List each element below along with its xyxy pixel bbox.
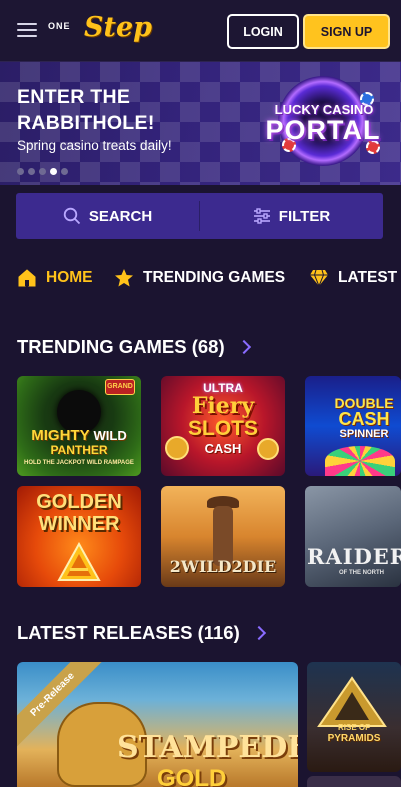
game-tile-stampede-gold[interactable]: Pre-Release STAMPEDE GOLD (17, 662, 298, 787)
game-title: CASH (204, 441, 242, 456)
filter-label: FILTER (278, 207, 331, 225)
search-button[interactable]: SEARCH (16, 193, 199, 239)
game-title: STAMPEDE (117, 730, 298, 765)
chevron-right-icon[interactable] (236, 339, 251, 355)
menu-icon[interactable] (17, 23, 37, 39)
game-tile-ultra-fiery-slots[interactable]: ULTRA Fiery SLOTS CASH (161, 376, 285, 476)
wheel-artwork (325, 446, 395, 476)
home-icon (18, 269, 36, 287)
carousel-dot[interactable] (39, 168, 46, 175)
game-title: MIGHTY WILD (17, 428, 141, 444)
search-filter-bar: SEARCH FILTER (16, 193, 383, 239)
pyramid-icon (317, 676, 387, 727)
game-title-part: WILD (93, 428, 127, 443)
logo[interactable]: ONE Step (48, 9, 152, 51)
game-title: RAIDER (307, 544, 401, 569)
banner-subtitle: Spring casino treats daily! (17, 138, 172, 153)
game-title: CASH (338, 409, 390, 429)
game-title-part: MIGHTY (31, 427, 90, 444)
game-tile-golden-winner[interactable]: GOLDEN WINNER (17, 486, 141, 587)
carousel-dot[interactable] (17, 168, 24, 175)
banner-title: ENTER THE RABBITHOLE! (17, 86, 155, 134)
search-icon (63, 207, 80, 225)
carousel-dot-active[interactable] (50, 168, 57, 175)
star-icon (115, 269, 133, 287)
category-nav: HOME TRENDING GAMES LATEST (0, 262, 401, 294)
game-title: Fiery (191, 393, 255, 419)
filter-icon (253, 208, 270, 224)
game-title: 2WILD2DIE (169, 557, 277, 576)
game-title: GOLD (157, 765, 227, 787)
game-tile-mighty-wild-panther[interactable]: GRAND MIGHTY WILD PANTHER HOLD THE JACKP… (17, 376, 141, 476)
chevron-right-icon[interactable] (251, 625, 266, 641)
section-title: LATEST RELEASES (116) (17, 622, 240, 643)
game-title: GOLDEN (36, 491, 122, 513)
carousel-dots (17, 168, 68, 175)
portal-title-line2: PORTAL (265, 115, 381, 145)
jackpot-badge: GRAND (105, 379, 135, 395)
game-title: WINNER (38, 513, 120, 535)
nav-item-latest[interactable]: LATEST (309, 262, 397, 294)
game-title: SLOTS (187, 417, 258, 440)
carousel-dot[interactable] (61, 168, 68, 175)
triangle-logo-icon (57, 542, 101, 581)
nav-item-label: LATEST (338, 269, 398, 286)
game-title: RISE OF (337, 723, 370, 732)
lucky-casino-portal-artwork: LUCKY CASINO PORTAL (252, 70, 392, 175)
nav-item-label: TRENDING GAMES (143, 269, 286, 286)
game-title: SPINNER (339, 428, 389, 440)
game-tile-rise-of-pyramids[interactable]: RISE OF PYRAMIDS (307, 662, 401, 772)
nav-item-home[interactable]: HOME (17, 262, 93, 294)
game-tile-partial[interactable] (307, 776, 401, 787)
filter-button[interactable]: FILTER (200, 193, 383, 239)
game-tile-raiders-of-the-north[interactable]: RAIDER OF THE NORTH (305, 486, 401, 587)
promo-banner[interactable]: ENTER THE RABBITHOLE! Spring casino trea… (0, 62, 401, 185)
diamond-icon (310, 269, 328, 287)
game-tile-double-cash-spinner[interactable]: DOUBLE CASH SPINNER (305, 376, 401, 476)
game-tagline: HOLD THE JACKPOT WILD RAMPAGE (24, 460, 134, 466)
carousel-dot[interactable] (28, 168, 35, 175)
latest-releases-header[interactable]: LATEST RELEASES (116) (17, 622, 266, 644)
logo-step-text: Step (84, 12, 153, 43)
login-button[interactable]: LOGIN (227, 14, 299, 49)
game-title: PYRAMIDS (327, 733, 381, 744)
logo-one-text: ONE (48, 21, 71, 31)
signup-button[interactable]: SIGN UP (303, 14, 390, 49)
trending-games-header[interactable]: TRENDING GAMES (68) (17, 336, 251, 358)
game-title: PANTHER (50, 443, 108, 457)
game-subtitle: OF THE NORTH (339, 570, 384, 576)
top-header: ONE Step LOGIN SIGN UP (0, 0, 401, 62)
section-title: TRENDING GAMES (68) (17, 336, 225, 357)
search-label: SEARCH (88, 207, 153, 225)
nav-item-trending-games[interactable]: TRENDING GAMES (114, 262, 285, 294)
nav-item-label: HOME (46, 269, 93, 286)
game-tile-2-wild-2-die[interactable]: 2WILD2DIE (161, 486, 285, 587)
